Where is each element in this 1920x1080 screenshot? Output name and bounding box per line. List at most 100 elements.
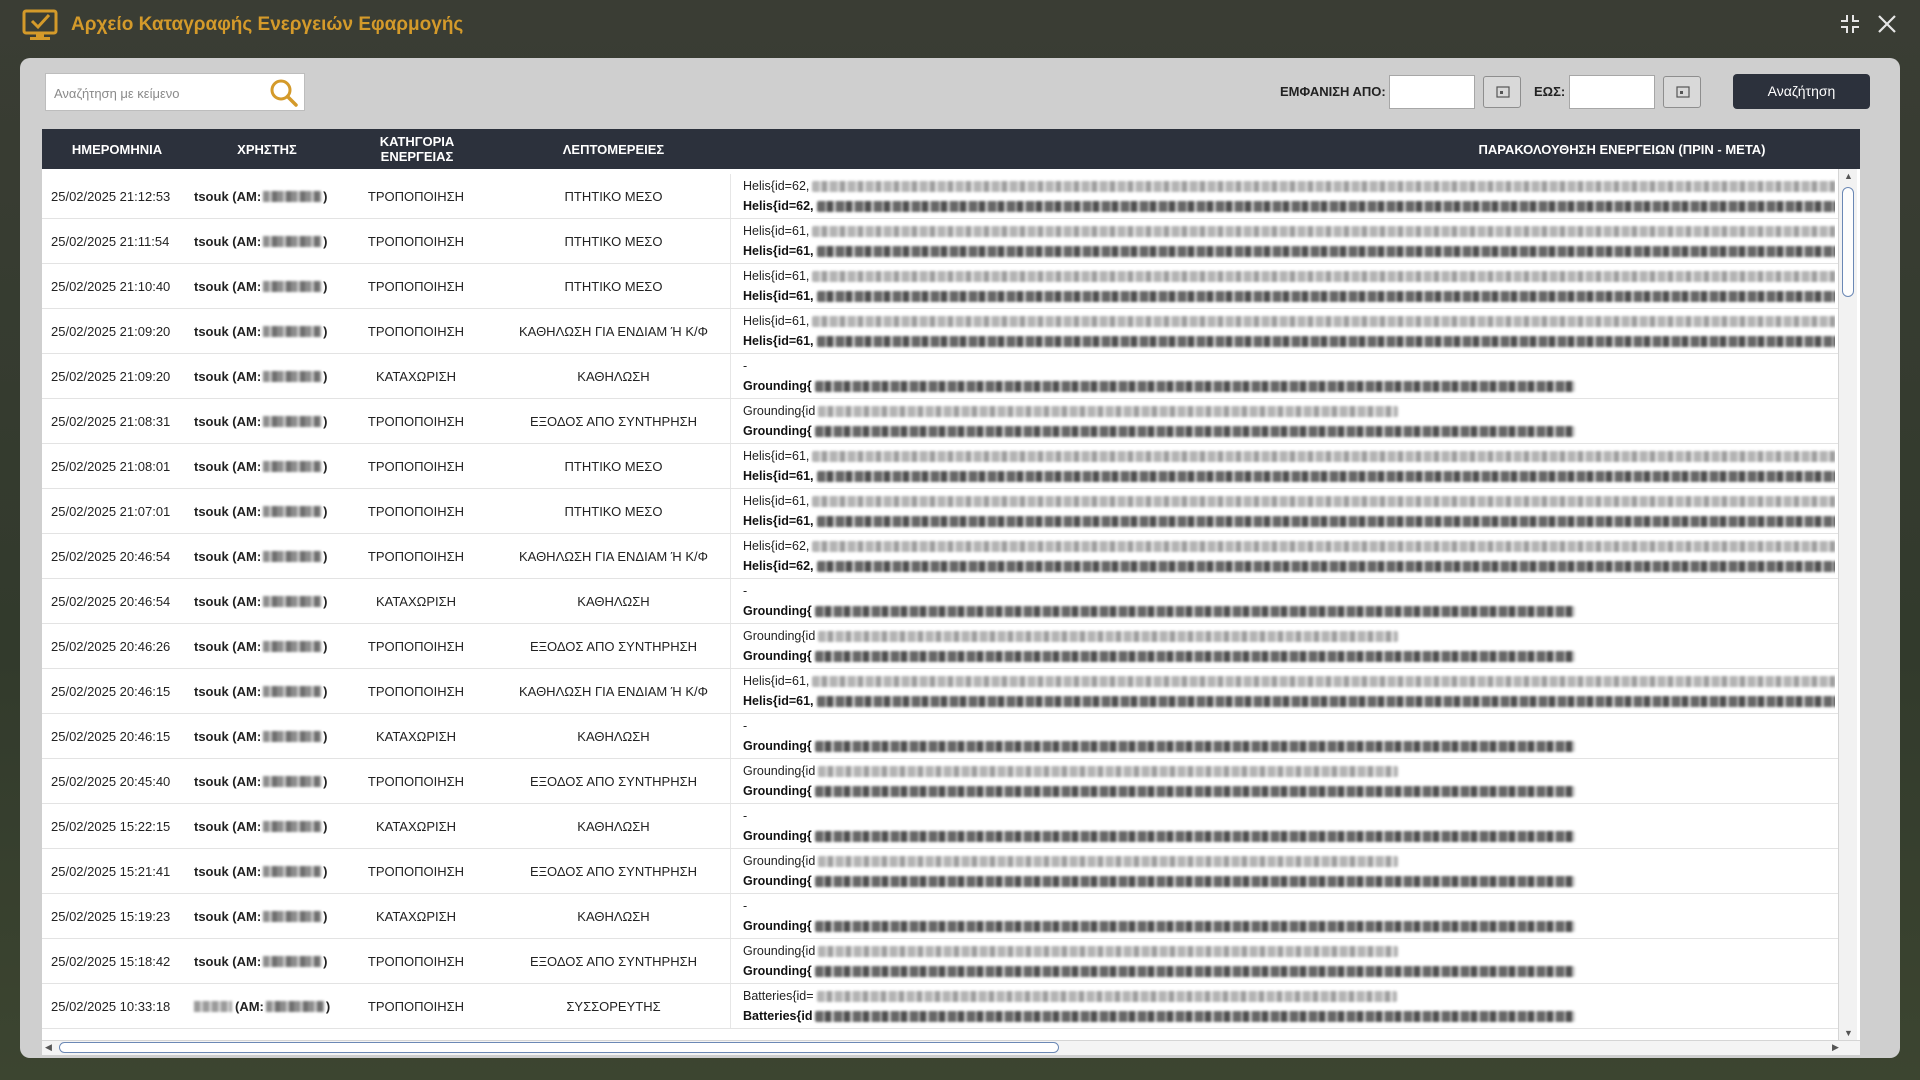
after-label: Helis{id=62,	[743, 199, 814, 213]
cell-user: tsouk (AM:)	[194, 759, 328, 803]
table-row[interactable]: 25/02/2025 15:21:41 tsouk (AM:) ΤΡΟΠΟΠΟΙ…	[42, 849, 1838, 894]
user-label-end: )	[323, 323, 328, 339]
table-row[interactable]: 25/02/2025 20:46:15 tsouk (AM:) ΤΡΟΠΟΠΟΙ…	[42, 669, 1838, 714]
app-monitor-icon	[22, 9, 58, 40]
table-row[interactable]: 25/02/2025 21:09:20 tsouk (AM:) ΚΑΤΑΧΩΡΙ…	[42, 354, 1838, 399]
cell-tracking: Helis{id=62, Helis{id=62,	[743, 534, 1835, 578]
header-tracking[interactable]: ΠΑΡΑΚΟΛΟΥΘΗΣΗ ΕΝΕΡΓΕΙΩΝ (ΠΡΙΝ - ΜΕΤΑ)	[1422, 129, 1822, 169]
redacted-before	[818, 856, 1399, 868]
user-label-end: )	[323, 863, 328, 879]
cell-date: 25/02/2025 15:21:41	[51, 863, 171, 879]
after-value: Grounding{	[743, 379, 1575, 393]
redacted-am	[263, 235, 322, 247]
cell-details: ΠΤΗΤΙΚΟ ΜΕΣΟ	[497, 264, 731, 308]
header-user[interactable]: ΧΡΗΣΤΗΣ	[192, 129, 342, 169]
before-value: Batteries{id=	[743, 989, 1397, 1003]
close-button[interactable]	[1873, 10, 1901, 38]
cell-category: ΚΑΤΑΧΩΡΙΣΗ	[375, 728, 457, 744]
search-input[interactable]	[52, 82, 266, 104]
header-details[interactable]: ΛΕΠΤΟΜΕΡΕΙΕΣ	[497, 129, 730, 169]
from-date-picker-button[interactable]	[1483, 76, 1521, 108]
table-row[interactable]: 25/02/2025 20:46:54 tsouk (AM:) ΤΡΟΠΟΠΟΙ…	[42, 534, 1838, 579]
after-value: Grounding{	[743, 919, 1575, 933]
table-row[interactable]: 25/02/2025 21:07:01 tsouk (AM:) ΤΡΟΠΟΠΟΙ…	[42, 489, 1838, 534]
search-button[interactable]: Αναζήτηση	[1733, 74, 1870, 109]
before-label: Grounding{id	[743, 764, 816, 778]
after-value: Helis{id=61,	[743, 514, 1835, 528]
cell-tracking: Helis{id=62, Helis{id=62,	[743, 174, 1835, 218]
to-date-picker-button[interactable]	[1663, 76, 1701, 108]
redacted-after	[814, 741, 1575, 753]
cell-category: ΚΑΤΑΧΩΡΙΣΗ	[375, 593, 457, 609]
cell-tracking: Helis{id=61, Helis{id=61,	[743, 669, 1835, 713]
redacted-am	[263, 955, 322, 967]
table-row[interactable]: 25/02/2025 20:46:26 tsouk (AM:) ΤΡΟΠΟΠΟΙ…	[42, 624, 1838, 669]
redacted-after	[816, 201, 1835, 213]
cell-user: tsouk (AM:)	[194, 309, 328, 353]
scroll-left-icon[interactable]: ◀	[45, 1042, 52, 1053]
cell-user: tsouk (AM:)	[194, 804, 328, 848]
table-row[interactable]: 25/02/2025 20:46:54 tsouk (AM:) ΚΑΤΑΧΩΡΙ…	[42, 579, 1838, 624]
from-label: ΕΜΦΑΝΙΣΗ ΑΠΟ:	[1280, 84, 1386, 99]
after-label: Grounding{	[743, 964, 812, 978]
after-value: Helis{id=61,	[743, 289, 1835, 303]
vertical-scroll-thumb[interactable]	[1842, 187, 1854, 297]
table-row[interactable]: 25/02/2025 15:18:42 tsouk (AM:) ΤΡΟΠΟΠΟΙ…	[42, 939, 1838, 984]
cell-date: 25/02/2025 20:46:15	[51, 728, 171, 744]
cell-details: ΕΞΟΔΟΣ ΑΠΟ ΣΥΝΤΗΡΗΣΗ	[497, 759, 731, 803]
horizontal-scroll-thumb[interactable]	[59, 1042, 1059, 1053]
redacted-am	[263, 865, 322, 877]
horizontal-scrollbar[interactable]: ◀ ▶	[42, 1040, 1860, 1055]
cell-tracking: - Grounding{	[743, 714, 1835, 758]
user-label-end: )	[323, 413, 328, 429]
vertical-scrollbar[interactable]: ▲ ▼	[1838, 169, 1857, 1040]
to-date-input[interactable]	[1569, 75, 1655, 109]
cell-category: ΤΡΟΠΟΠΟΙΗΣΗ	[367, 548, 465, 564]
cell-category: ΤΡΟΠΟΠΟΙΗΣΗ	[367, 638, 465, 654]
after-value: Helis{id=62,	[743, 199, 1835, 213]
cell-details: ΚΑΘΗΛΩΣΗ	[497, 579, 731, 623]
before-label: -	[743, 899, 748, 913]
table-row[interactable]: 25/02/2025 21:11:54 tsouk (AM:) ΤΡΟΠΟΠΟΙ…	[42, 219, 1838, 264]
redacted-before	[812, 676, 1835, 688]
calendar-icon	[1496, 86, 1510, 98]
user-label: tsouk (AM:	[194, 323, 262, 339]
table-row[interactable]: 25/02/2025 21:09:20 tsouk (AM:) ΤΡΟΠΟΠΟΙ…	[42, 309, 1838, 354]
cell-category: ΤΡΟΠΟΠΟΙΗΣΗ	[367, 323, 465, 339]
after-value: Grounding{	[743, 964, 1575, 978]
cell-details: ΠΤΗΤΙΚΟ ΜΕΣΟ	[497, 219, 731, 263]
search-icon[interactable]	[269, 78, 299, 108]
table-row[interactable]: 25/02/2025 20:46:15 tsouk (AM:) ΚΑΤΑΧΩΡΙ…	[42, 714, 1838, 759]
cell-user: tsouk (AM:)	[194, 714, 328, 758]
table-row[interactable]: 25/02/2025 21:08:31 tsouk (AM:) ΤΡΟΠΟΠΟΙ…	[42, 399, 1838, 444]
before-label: Helis{id=61,	[743, 314, 810, 328]
table-row[interactable]: 25/02/2025 21:12:53 tsouk (AM:) ΤΡΟΠΟΠΟΙ…	[42, 174, 1838, 219]
cell-details: ΚΑΘΗΛΩΣΗ ΓΙΑ ΕΝΔΙΑΜ Ή Κ/Φ	[497, 669, 731, 713]
redacted-after	[816, 471, 1835, 483]
cell-user: tsouk (AM:)	[194, 399, 328, 443]
scroll-up-icon[interactable]: ▲	[1844, 171, 1853, 181]
table-row[interactable]: 25/02/2025 21:10:40 tsouk (AM:) ΤΡΟΠΟΠΟΙ…	[42, 264, 1838, 309]
user-label-end: )	[323, 278, 328, 294]
table-row[interactable]: 25/02/2025 10:33:18 (AM:) ΤΡΟΠΟΠΟΙΗΣΗ ΣΥ…	[42, 984, 1838, 1029]
table-row[interactable]: 25/02/2025 15:19:23 tsouk (AM:) ΚΑΤΑΧΩΡΙ…	[42, 894, 1838, 939]
header-category[interactable]: ΚΑΤΗΓΟΡΙΑ ΕΝΕΡΓΕΙΑΣ	[342, 129, 492, 169]
before-value: -	[743, 584, 747, 598]
redacted-before	[818, 631, 1399, 643]
header-date[interactable]: ΗΜΕΡΟΜΗΝΙΑ	[42, 129, 192, 169]
before-value: Helis{id=62,	[743, 179, 1835, 193]
scroll-right-icon[interactable]: ▶	[1832, 1042, 1839, 1053]
redacted-after	[814, 426, 1575, 438]
cell-category: ΤΡΟΠΟΠΟΙΗΣΗ	[367, 863, 465, 879]
table-row[interactable]: 25/02/2025 20:45:40 tsouk (AM:) ΤΡΟΠΟΠΟΙ…	[42, 759, 1838, 804]
table-row[interactable]: 25/02/2025 15:22:15 tsouk (AM:) ΚΑΤΑΧΩΡΙ…	[42, 804, 1838, 849]
before-value: Helis{id=61,	[743, 449, 1835, 463]
from-date-input[interactable]	[1389, 75, 1475, 109]
table-row[interactable]: 25/02/2025 21:08:01 tsouk (AM:) ΤΡΟΠΟΠΟΙ…	[42, 444, 1838, 489]
redacted-name	[194, 1000, 232, 1012]
redacted-am	[263, 910, 322, 922]
cell-date: 25/02/2025 20:46:54	[51, 548, 171, 564]
scroll-down-icon[interactable]: ▼	[1844, 1028, 1853, 1038]
restore-button[interactable]	[1836, 10, 1864, 38]
user-label: tsouk (AM:	[194, 953, 262, 969]
